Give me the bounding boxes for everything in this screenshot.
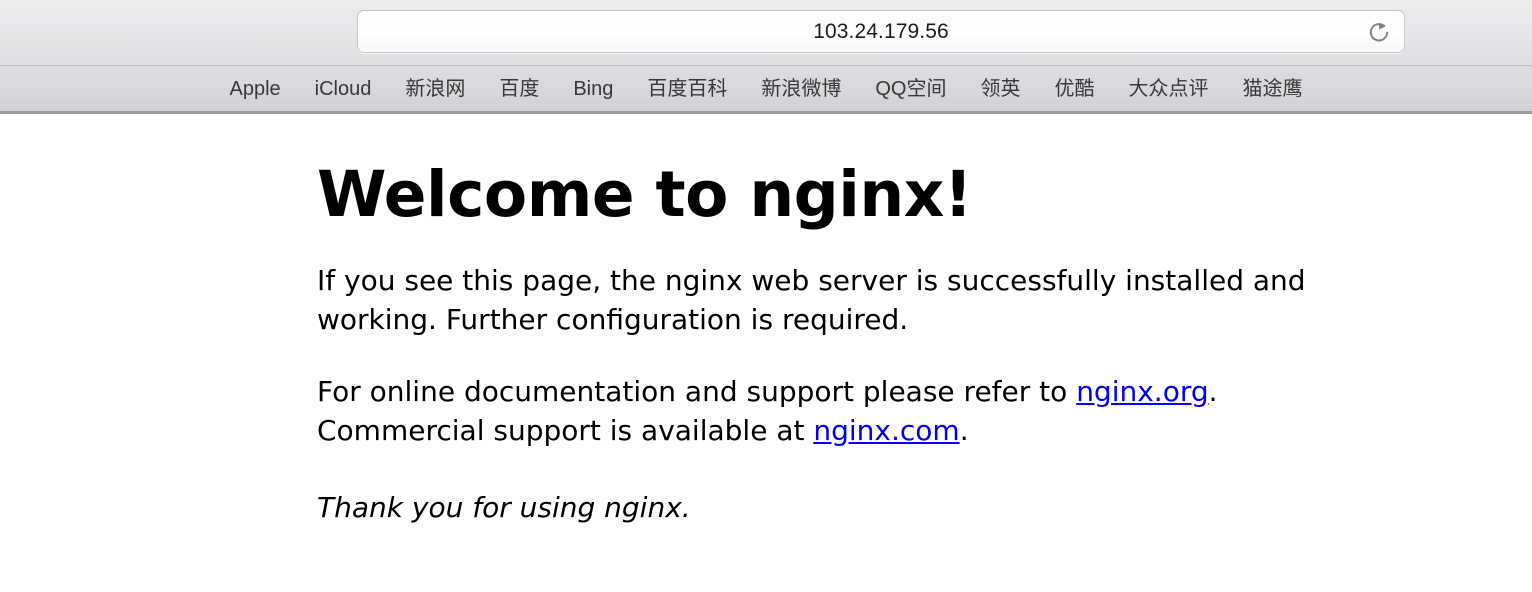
address-bar[interactable]: 103.24.179.56 — [357, 10, 1405, 53]
bookmark-apple[interactable]: Apple — [229, 79, 280, 99]
address-bar-text: 103.24.179.56 — [813, 20, 949, 43]
browser-chrome: 103.24.179.56 Apple iCloud 新浪网 百度 Bing 百… — [0, 0, 1532, 114]
bookmark-linkedin[interactable]: 领英 — [981, 79, 1021, 99]
bookmarks-bar: Apple iCloud 新浪网 百度 Bing 百度百科 新浪微博 QQ空间 … — [0, 66, 1532, 114]
bookmark-sina-weibo[interactable]: 新浪微博 — [761, 79, 841, 99]
bookmark-sina[interactable]: 新浪网 — [405, 79, 465, 99]
page-title: Welcome to nginx! — [317, 158, 973, 231]
documentation-paragraph: For online documentation and support ple… — [317, 339, 1267, 450]
bookmark-qq-zone[interactable]: QQ空间 — [875, 79, 946, 99]
nginx-org-link[interactable]: nginx.org — [1076, 375, 1208, 408]
documentation-text-suffix: . — [1208, 375, 1218, 409]
bookmark-youku[interactable]: 优酷 — [1055, 79, 1095, 99]
page-content: Welcome to nginx! If you see this page, … — [0, 114, 1532, 590]
bookmark-baidu-baike[interactable]: 百度百科 — [647, 79, 727, 99]
browser-toolbar: 103.24.179.56 — [0, 0, 1532, 66]
reload-icon[interactable] — [1366, 19, 1392, 45]
documentation-line: For online documentation and support ple… — [317, 373, 1267, 412]
commercial-text-suffix: . — [959, 414, 969, 448]
nginx-com-link[interactable]: nginx.com — [813, 414, 959, 447]
bookmark-tripadvisor[interactable]: 猫途鹰 — [1243, 79, 1303, 99]
bookmark-icloud[interactable]: iCloud — [315, 79, 372, 99]
commercial-support-line: Commercial support is available at nginx… — [317, 412, 1267, 451]
documentation-text-prefix: For online documentation and support ple… — [317, 375, 1077, 409]
commercial-text-prefix: Commercial support is available at — [317, 414, 814, 448]
bookmark-dianping[interactable]: 大众点评 — [1129, 79, 1209, 99]
intro-paragraph: If you see this page, the nginx web serv… — [317, 264, 1306, 336]
bookmark-bing[interactable]: Bing — [573, 79, 613, 99]
bookmark-baidu[interactable]: 百度 — [499, 79, 539, 99]
thank-you-paragraph: Thank you for using nginx. — [317, 490, 691, 524]
